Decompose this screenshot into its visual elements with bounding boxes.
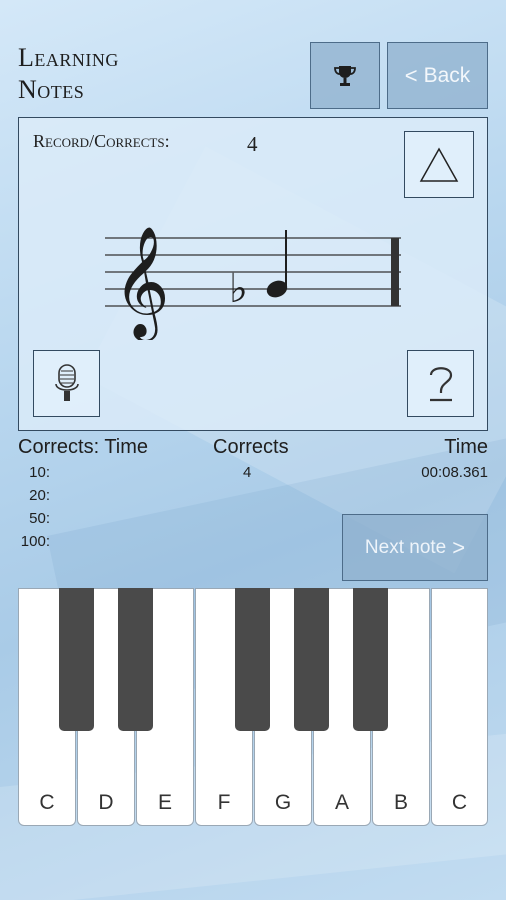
stats-header-corrects-time: Corrects: Time (18, 436, 149, 458)
next-note-button[interactable]: Next note > (342, 514, 488, 581)
chevron-left-icon: < (404, 62, 418, 88)
title-line-2: Notes (18, 75, 85, 104)
microphone-button[interactable] (33, 350, 100, 417)
piano-key-d-sharp[interactable] (118, 588, 153, 731)
help-button[interactable] (407, 350, 474, 417)
chevron-right-icon: > (452, 534, 466, 560)
staff-panel: Record/Corrects: 4 𝄞 ♭ (18, 117, 488, 431)
end-barline (391, 238, 399, 306)
triangle-button[interactable] (404, 131, 474, 198)
trophy-icon (334, 65, 356, 86)
key-label: C (451, 791, 468, 814)
back-label: Back (423, 63, 471, 87)
piano-key-a-sharp[interactable] (353, 588, 388, 731)
key-label: G (274, 791, 292, 814)
stats-header-time: Time (444, 436, 488, 458)
triangle-icon (419, 146, 459, 182)
key-label: B (393, 791, 408, 814)
next-note-label: Next note (364, 536, 447, 558)
flat-sign: ♭ (229, 266, 248, 312)
key-label: F (217, 791, 231, 814)
stats-row-label: 10: (29, 464, 50, 481)
key-label: C (39, 791, 55, 814)
record-label: Record/Corrects: (33, 131, 170, 151)
stats-row-label: 100: (20, 533, 50, 550)
key-label: A (334, 791, 349, 814)
music-staff: 𝄞 ♭ (105, 225, 401, 340)
question-icon (429, 366, 452, 401)
stats-time-value: 00:08.361 (421, 464, 488, 481)
piano-key-f-sharp[interactable] (235, 588, 270, 731)
key-label: E (157, 791, 172, 814)
piano-keyboard: C D E F G A B C (18, 588, 488, 826)
page-title: Learning Notes (18, 42, 119, 106)
stats-header-corrects: Corrects (213, 436, 289, 458)
stats-row-label: 20: (29, 487, 50, 504)
microphone-icon (54, 363, 79, 401)
treble-clef-icon: 𝄞 (113, 225, 170, 340)
stats-row-label: 50: (29, 510, 50, 527)
back-button[interactable]: < Back (387, 42, 488, 109)
key-label: D (98, 791, 114, 814)
record-value: 4 (247, 132, 258, 156)
trophy-button[interactable] (310, 42, 380, 109)
piano-key-c-sharp[interactable] (59, 588, 94, 731)
title-line-1: Learning (18, 43, 119, 72)
piano-key-g-sharp[interactable] (294, 588, 329, 731)
piano-key-c-high[interactable]: C (431, 588, 488, 826)
stats-corrects-value: 4 (243, 464, 252, 481)
